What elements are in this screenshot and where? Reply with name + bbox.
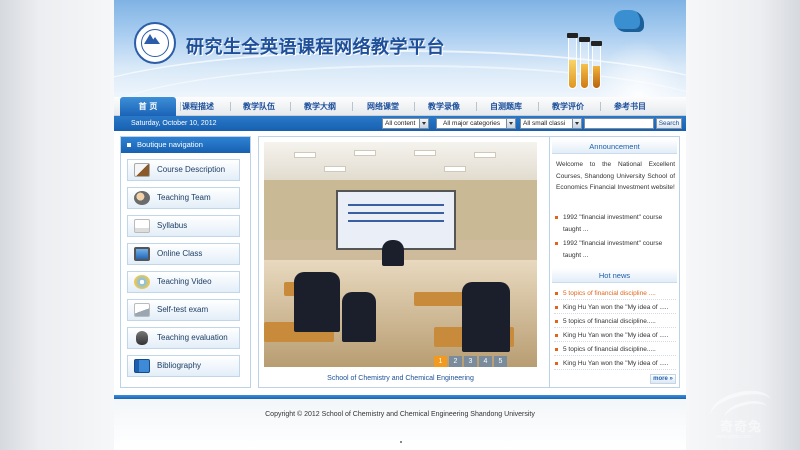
search-input[interactable] bbox=[584, 118, 654, 129]
news-item[interactable]: 5 topics of financial discipline..... bbox=[554, 316, 676, 328]
nav-self-test[interactable]: 自测题库 bbox=[478, 97, 534, 116]
news-item[interactable]: 5 topics of financial discipline .... bbox=[554, 288, 676, 300]
announcement-item[interactable]: 1992 "financial investment" course taugh… bbox=[554, 212, 676, 235]
watermark-logo: 奇奇兔 www.qiqitu.com bbox=[700, 384, 790, 445]
bullet-icon bbox=[555, 242, 558, 245]
nav-course-description[interactable]: 课程描述 bbox=[170, 97, 226, 116]
site-title: 研究生全英语课程网络教学平台 bbox=[186, 37, 445, 58]
chevron-down-icon bbox=[419, 119, 428, 128]
nav-bibliography[interactable]: 参考书目 bbox=[602, 97, 658, 116]
bullet-icon bbox=[555, 334, 558, 337]
nav-teaching-evaluation[interactable]: 教学评价 bbox=[540, 97, 596, 116]
page-button-1[interactable]: 1 bbox=[434, 356, 447, 367]
bullet-icon bbox=[555, 320, 558, 323]
left-nav-self-test[interactable]: Self-test exam bbox=[127, 299, 240, 321]
current-date: Saturday, October 10, 2012 bbox=[131, 120, 217, 127]
nav-teaching-team[interactable]: 教学队伍 bbox=[231, 97, 287, 116]
slideshow-caption[interactable]: School of Chemistry and Chemical Enginee… bbox=[264, 375, 537, 382]
left-nav-teaching-team[interactable]: Teaching Team bbox=[127, 187, 240, 209]
small-category-select[interactable]: All small classi bbox=[520, 118, 582, 129]
page-button-3[interactable]: 3 bbox=[464, 356, 477, 367]
nav-home[interactable]: 首 页 bbox=[120, 97, 176, 116]
panel-header: Boutique navigation bbox=[121, 137, 250, 153]
boutique-navigation-panel: Boutique navigation Course Description T… bbox=[120, 136, 251, 388]
left-nav-syllabus[interactable]: Syllabus bbox=[127, 215, 240, 237]
news-item[interactable]: King Hu Yan won the "My idea of ..... bbox=[554, 302, 676, 314]
glove-hand-decoration bbox=[614, 10, 644, 32]
left-nav-teaching-video[interactable]: Teaching Video bbox=[127, 271, 240, 293]
team-icon bbox=[134, 191, 150, 205]
left-nav-teaching-evaluation[interactable]: Teaching evaluation bbox=[127, 327, 240, 349]
info-panel: Announcement Welcome to the National Exc… bbox=[549, 136, 680, 388]
left-nav-course-description[interactable]: Course Description bbox=[127, 159, 240, 181]
major-category-select[interactable]: All major categories bbox=[436, 118, 516, 129]
monitor-icon bbox=[134, 247, 150, 261]
page-button-2[interactable]: 2 bbox=[449, 356, 462, 367]
news-item[interactable]: King Hu Yan won the "My idea of ..... bbox=[554, 330, 676, 342]
exam-pen-icon bbox=[134, 303, 150, 317]
chevron-down-icon bbox=[506, 119, 515, 128]
test-tube-icon bbox=[567, 33, 578, 89]
bullet-icon bbox=[555, 216, 558, 219]
nav-online-class[interactable]: 网络课堂 bbox=[355, 97, 411, 116]
test-tube-icon bbox=[579, 37, 590, 89]
search-button[interactable]: Search bbox=[656, 118, 682, 129]
watermark-text: 奇奇兔 bbox=[720, 420, 763, 435]
left-nav-bibliography[interactable]: Bibliography bbox=[127, 355, 240, 377]
bullet-icon bbox=[555, 306, 558, 309]
more-button[interactable]: more » bbox=[650, 374, 676, 384]
watermark-url: www.qiqitu.com bbox=[716, 434, 751, 440]
book-icon bbox=[134, 359, 150, 373]
flask-decoration bbox=[594, 40, 684, 97]
page: 研究生全英语课程网络教学平台 首 页 课程描述 教学队伍 教学大纲 网络课堂 教… bbox=[114, 0, 686, 450]
news-item[interactable]: King Hu Yan won the "My idea of ..... bbox=[554, 358, 676, 370]
main-nav: 首 页 课程描述 教学队伍 教学大纲 网络课堂 教学录像 自测题库 教学评价 参… bbox=[114, 97, 686, 116]
nav-syllabus[interactable]: 教学大纲 bbox=[292, 97, 348, 116]
copyright-text: Copyright © 2012 School of Chemistry and… bbox=[265, 411, 535, 418]
nav-teaching-video[interactable]: 教学录像 bbox=[416, 97, 472, 116]
announcement-title: Announcement bbox=[552, 139, 677, 154]
footer: Copyright © 2012 School of Chemistry and… bbox=[114, 399, 686, 450]
video-disc-icon bbox=[134, 275, 150, 289]
announcement-item[interactable]: 1992 "financial investment" course taugh… bbox=[554, 238, 676, 261]
pencil-note-icon bbox=[134, 163, 150, 177]
classroom-photo[interactable] bbox=[264, 142, 537, 367]
bullet-icon bbox=[555, 292, 558, 295]
page-button-4[interactable]: 4 bbox=[479, 356, 492, 367]
document-icon bbox=[134, 219, 150, 233]
square-bullet-icon bbox=[127, 143, 131, 147]
university-logo bbox=[134, 22, 176, 64]
announcement-text: Welcome to the National Excellent Course… bbox=[556, 161, 675, 191]
page-button-5[interactable]: 5 bbox=[494, 356, 507, 367]
content-select[interactable]: All content bbox=[382, 118, 429, 129]
news-item[interactable]: 5 topics of financial discipline..... bbox=[554, 344, 676, 356]
header-banner: 研究生全英语课程网络教学平台 bbox=[114, 0, 686, 97]
bullet-icon bbox=[555, 348, 558, 351]
chevron-down-icon bbox=[572, 119, 581, 128]
search-bar: Saturday, October 10, 2012 All content A… bbox=[114, 116, 686, 131]
hot-news-title: Hot news bbox=[552, 268, 677, 283]
bullet-icon bbox=[555, 362, 558, 365]
left-nav-online-class[interactable]: Online Class bbox=[127, 243, 240, 265]
test-tube-icon bbox=[591, 41, 602, 89]
mouse-icon bbox=[136, 331, 148, 345]
